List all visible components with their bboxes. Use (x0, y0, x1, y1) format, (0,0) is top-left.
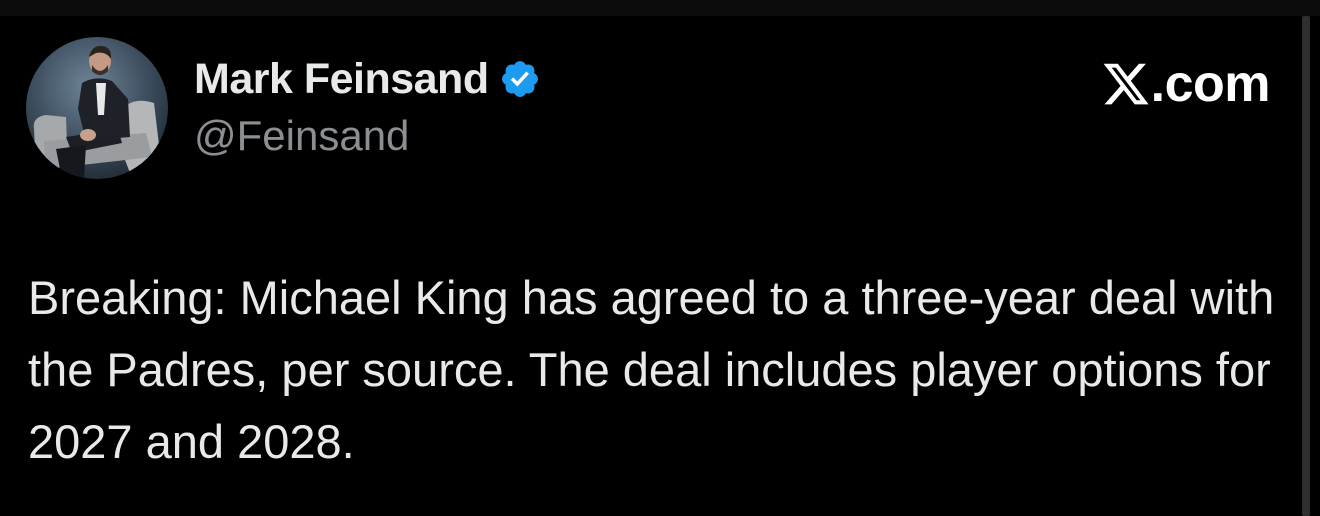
tweet-text: Breaking: Michael King has agreed to a t… (28, 271, 1275, 468)
brand-domain-text: .com (1150, 55, 1271, 113)
avatar-image (26, 37, 168, 179)
scrollbar[interactable] (1302, 16, 1310, 516)
avatar[interactable] (26, 37, 168, 179)
verified-badge-icon (499, 58, 541, 100)
tweet-card: Mark Feinsand @Feinsand .com Breaking: M… (0, 16, 1300, 516)
author-name-row: Mark Feinsand (194, 54, 541, 104)
x-logo-icon (1101, 59, 1151, 109)
author-handle[interactable]: @Feinsand (194, 112, 409, 160)
brand-watermark: .com (1101, 54, 1271, 114)
author-display-name[interactable]: Mark Feinsand (194, 55, 489, 104)
top-bar (0, 0, 1320, 16)
